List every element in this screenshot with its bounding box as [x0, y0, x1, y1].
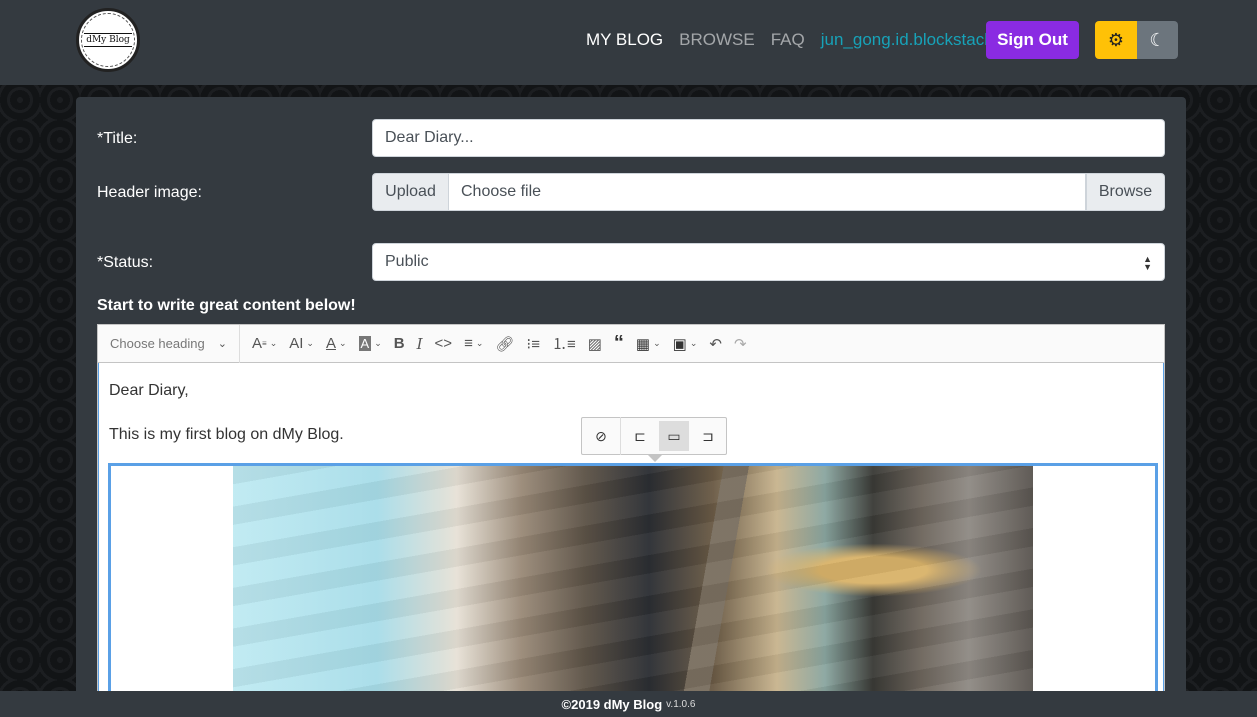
navbar: dMy Blog MY BLOG BROWSE FAQ jun_gong.id.… — [0, 0, 1257, 85]
full-width-icon[interactable]: ▭ — [659, 421, 689, 451]
header-image-input-group: Upload Choose file Browse — [372, 173, 1165, 211]
user-profile-link[interactable]: jun_gong.id.blockstack ⚙ — [821, 30, 1012, 50]
dark-theme-button[interactable]: ☾ — [1137, 21, 1178, 59]
file-input[interactable]: Choose file — [449, 173, 1086, 211]
nav-link-my-blog[interactable]: MY BLOG — [586, 30, 663, 50]
media-icon[interactable]: ▣ ⌄ — [673, 325, 698, 363]
select-arrows-icon: ▲ ▼ — [1143, 254, 1152, 272]
rich-text-editor: Choose heading ⌄ A ≡ ⌄ AI ⌄ A ⌄ A ⌄ B I <> ≡ ⌄… — [97, 324, 1165, 717]
nav-links: MY BLOG BROWSE FAQ jun_gong.id.blockstac… — [586, 30, 1012, 50]
italic-icon[interactable]: I — [417, 325, 423, 363]
heading-dropdown[interactable]: Choose heading ⌄ — [98, 324, 240, 363]
bold-icon[interactable]: B — [394, 325, 405, 363]
embedded-image[interactable] — [108, 463, 1158, 717]
numbered-list-icon[interactable]: ⒈≡ — [552, 325, 576, 363]
heading-dropdown-label: Choose heading — [110, 336, 205, 351]
photo — [233, 466, 1033, 717]
align-left-icon[interactable]: ⊏ — [625, 421, 655, 451]
font-background-icon[interactable]: A ⌄ — [358, 325, 382, 363]
image-icon[interactable]: ▨ — [588, 325, 602, 363]
chevron-down-icon: ⌄ — [217, 337, 227, 350]
blockquote-icon[interactable]: “ — [614, 325, 624, 363]
editor-toolbar: Choose heading ⌄ A ≡ ⌄ AI ⌄ A ⌄ A ⌄ B I <> ≡ ⌄… — [98, 324, 1164, 363]
paragraph[interactable]: This is my first blog on dMy Blog. — [109, 426, 344, 444]
sun-gear-icon: ⚙ — [1107, 29, 1125, 50]
alignment-icon[interactable]: ≡ ⌄ — [464, 325, 483, 363]
editor-content-area[interactable]: Dear Diary, This is my first blog on dMy… — [98, 363, 1164, 717]
paragraph[interactable]: Dear Diary, — [109, 382, 189, 400]
browse-button[interactable]: Browse — [1086, 173, 1165, 211]
undo-icon[interactable]: ↶ — [709, 325, 722, 363]
version-text: v.1.0.6 — [666, 698, 696, 710]
status-selected-value: Public — [385, 253, 429, 270]
logo-text: dMy Blog — [84, 33, 132, 47]
image-toolbar: ⊘ ⊏ ▭ ⊐ — [581, 417, 727, 462]
link-icon[interactable]: 🔗︎ — [495, 325, 514, 363]
nav-link-faq[interactable]: FAQ — [771, 30, 805, 50]
post-editor-card: *Title: Dear Diary... Header image: Uplo… — [76, 97, 1186, 717]
footer: ©2019 dMy Blog v.1.0.6 — [0, 691, 1257, 717]
site-logo[interactable]: dMy Blog — [76, 8, 140, 72]
font-family-icon[interactable]: AI ⌄ — [289, 325, 314, 363]
copyright-text: ©2019 dMy Blog — [561, 696, 663, 712]
logo-ring: dMy Blog — [81, 13, 135, 67]
upload-label: Upload — [372, 173, 449, 211]
toolbar-pointer — [648, 455, 662, 462]
status-select[interactable]: Public ▲ ▼ — [372, 243, 1165, 281]
title-input[interactable]: Dear Diary... — [372, 119, 1165, 157]
toolbar-separator — [620, 417, 621, 455]
moon-icon: ☾ — [1149, 29, 1166, 50]
hide-alt-icon[interactable]: ⊘ — [586, 421, 616, 451]
align-right-icon[interactable]: ⊐ — [693, 421, 723, 451]
status-label: *Status: — [97, 254, 154, 271]
font-size-icon[interactable]: A ≡ ⌄ — [252, 325, 277, 363]
table-icon[interactable]: ▦ ⌄ — [636, 325, 661, 363]
photo-texture — [233, 466, 1033, 717]
redo-icon[interactable]: ↷ — [734, 325, 747, 363]
user-name: jun_gong.id.blockstack — [820, 30, 993, 49]
content-label: Start to write great content below! — [97, 297, 356, 314]
code-icon[interactable]: <> — [435, 325, 453, 363]
sign-out-button[interactable]: Sign Out — [986, 21, 1079, 59]
nav-link-browse[interactable]: BROWSE — [679, 30, 755, 50]
font-color-icon[interactable]: A ⌄ — [326, 325, 347, 363]
title-label: *Title: — [97, 130, 138, 147]
bulleted-list-icon[interactable]: ⁝≡ — [526, 325, 540, 363]
header-image-label: Header image: — [97, 184, 202, 201]
light-theme-button[interactable]: ⚙ — [1095, 21, 1137, 59]
